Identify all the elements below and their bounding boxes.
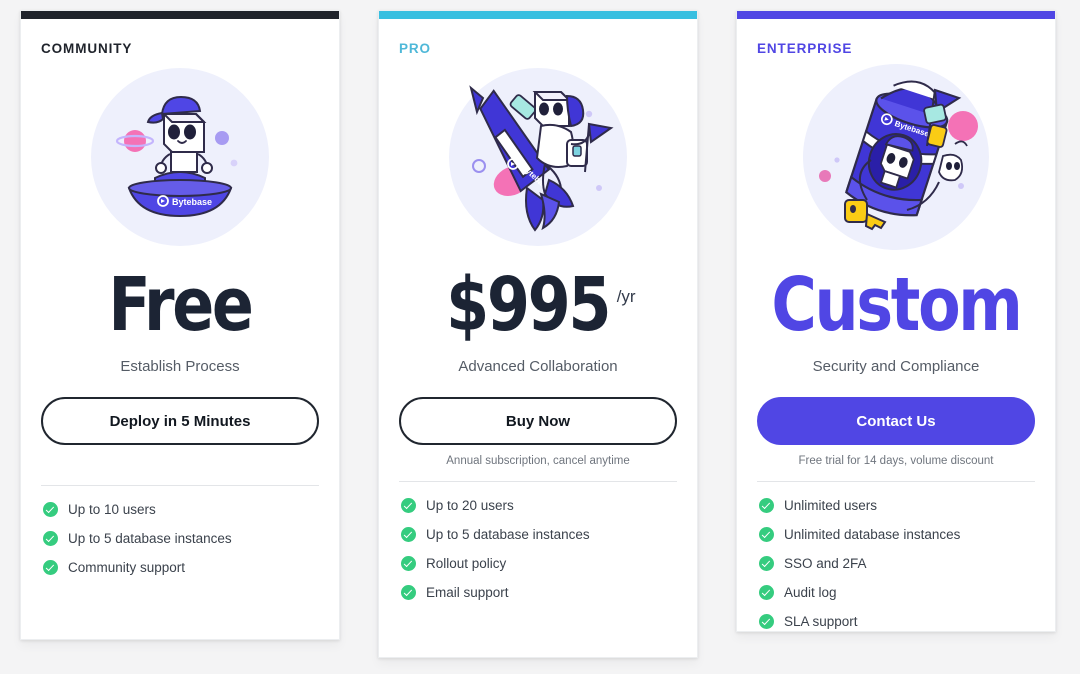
list-item: SLA support [759, 614, 1035, 629]
pricing-card-enterprise[interactable]: ENTERPRISE Bytebase Custom Security and … [736, 10, 1056, 632]
feature-list-community: Up to 10 users Up to 5 database instance… [41, 486, 319, 589]
list-item: Up to 20 users [401, 498, 677, 513]
check-circle-icon [401, 585, 416, 600]
illustration-enterprise: Bytebase [757, 62, 1035, 252]
check-circle-icon [43, 560, 58, 575]
svg-text:Bytebase: Bytebase [172, 197, 212, 207]
card-accent-bar-enterprise [737, 11, 1055, 19]
plan-name-pro: PRO [399, 41, 431, 56]
check-circle-icon [43, 531, 58, 546]
bytebase-mascot-rocket-icon: Bytebase [449, 68, 627, 246]
check-circle-icon [401, 556, 416, 571]
illustration-pro: Bytebase [399, 62, 677, 252]
plan-tagline-enterprise: Security and Compliance [812, 358, 980, 375]
list-item: Unlimited users [759, 498, 1035, 513]
check-circle-icon [401, 527, 416, 542]
bytebase-mascot-ufo-icon: Bytebase [91, 68, 269, 246]
bytebase-mascot-capsule-icon: Bytebase [803, 64, 989, 250]
feature-label: SSO and 2FA [784, 556, 867, 571]
feature-label: Up to 10 users [68, 502, 156, 517]
list-item: SSO and 2FA [759, 556, 1035, 571]
feature-label: Unlimited users [784, 498, 878, 513]
list-item: Audit log [759, 585, 1035, 600]
pricing-plans-grid: COMMUNITY Bytebase Free Establish Proces… [0, 0, 1080, 658]
check-circle-icon [759, 585, 774, 600]
check-circle-icon [759, 556, 774, 571]
list-item: Up to 5 database instances [401, 527, 677, 542]
list-item: Unlimited database instances [759, 527, 1035, 542]
list-item: Community support [43, 560, 319, 575]
plan-name-enterprise: ENTERPRISE [757, 41, 853, 56]
check-circle-icon [759, 614, 774, 629]
feature-label: Rollout policy [426, 556, 507, 571]
plan-tagline-pro: Advanced Collaboration [458, 358, 618, 375]
pricing-card-community[interactable]: COMMUNITY Bytebase Free Establish Proces… [20, 10, 340, 640]
list-item: Rollout policy [401, 556, 677, 571]
feature-label: Unlimited database instances [784, 527, 961, 542]
cta-note-pro: Annual subscription, cancel anytime [446, 455, 630, 467]
feature-label: Audit log [784, 585, 837, 600]
price-amount-pro: $995 [446, 262, 612, 348]
list-item: Up to 5 database instances [43, 531, 319, 546]
feature-list-pro: Up to 20 users Up to 5 database instance… [399, 482, 677, 614]
feature-label: SLA support [784, 614, 858, 629]
check-circle-icon [759, 527, 774, 542]
cta-note-enterprise: Free trial for 14 days, volume discount [798, 455, 994, 467]
feature-label: Community support [68, 560, 186, 575]
pricing-card-pro[interactable]: PRO Bytebase $995 /yr Advanced Collabora… [378, 10, 698, 658]
price-period-pro: /yr [616, 287, 636, 306]
feature-label: Up to 5 database instances [68, 531, 232, 546]
list-item: Up to 10 users [43, 502, 319, 517]
plan-name-community: COMMUNITY [41, 41, 133, 56]
cta-button-enterprise[interactable]: Contact Us [757, 397, 1035, 445]
cta-button-community[interactable]: Deploy in 5 Minutes [41, 397, 319, 445]
price-amount-community: Free [107, 262, 253, 348]
price-row-community: Free [41, 268, 319, 342]
illustration-community: Bytebase [41, 62, 319, 252]
price-amount-enterprise: Custom [770, 262, 1022, 348]
list-item: Email support [401, 585, 677, 600]
check-circle-icon [759, 498, 774, 513]
card-accent-bar-community [21, 11, 339, 19]
check-circle-icon [43, 502, 58, 517]
cta-button-pro[interactable]: Buy Now [399, 397, 677, 445]
feature-label: Email support [426, 585, 509, 600]
price-row-pro: $995/yr [399, 268, 677, 342]
price-row-enterprise: Custom [757, 268, 1035, 342]
feature-list-enterprise: Unlimited users Unlimited database insta… [757, 482, 1035, 643]
check-circle-icon [401, 498, 416, 513]
plan-tagline-community: Establish Process [120, 358, 240, 375]
feature-label: Up to 5 database instances [426, 527, 590, 542]
feature-label: Up to 20 users [426, 498, 514, 513]
card-accent-bar-pro [379, 11, 697, 19]
